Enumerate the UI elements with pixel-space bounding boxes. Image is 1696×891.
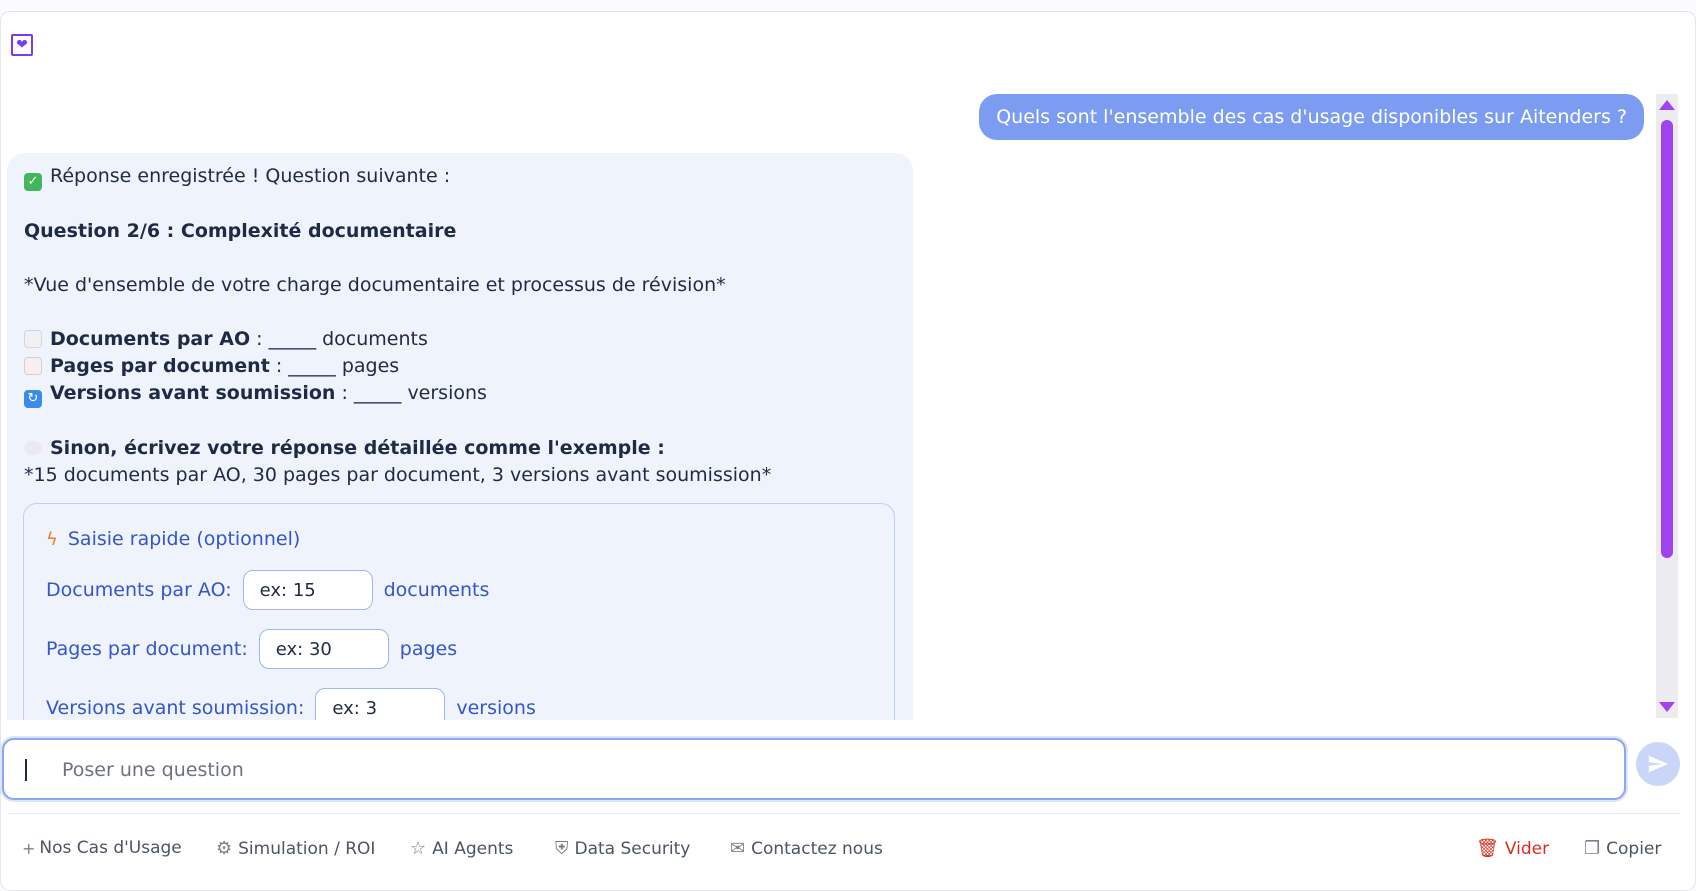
gear-icon: ⚙ [216,838,233,859]
otherwise-line: Sinon, écrivez votre réponse détaillée c… [24,435,896,462]
documents-input[interactable]: ex: 15 [242,570,373,610]
checkmark-icon: ✓ [24,173,42,191]
bolt-icon: ϟ [46,529,58,550]
question-title: Question 2/6 : Complexité documentaire [24,220,457,242]
copy-button[interactable]: ❐ Copier [1584,838,1661,859]
quick-entry-title: ϟ Saisie rapide (optionnel) [46,526,300,553]
quick-row-pages: Pages par document: ex: 30 pages [46,629,457,669]
simulation-link[interactable]: ⚙ Simulation / ROI [216,838,375,859]
send-button[interactable] [1636,742,1680,786]
logo-icon[interactable]: ❤ [11,34,33,56]
chat-scrollbar[interactable] [1656,94,1678,718]
versions-input[interactable]: ex: 3 [315,688,446,720]
copy-icon: ❐ [1584,838,1601,859]
field-rest: : _____ versions [335,382,487,404]
security-link[interactable]: ⛨ Data Security [555,838,690,859]
field-label: Documents par AO [50,328,251,350]
contact-link[interactable]: ✉ Contactez nous [730,838,883,859]
chat-area: Quels sont l'ensemble des cas d'usage di… [0,88,1656,720]
pages-icon [24,357,42,375]
scroll-thumb[interactable] [1661,120,1673,558]
otherwise-text: Sinon, écrivez votre réponse détaillée c… [50,437,665,459]
quick-entry-panel: ϟ Saisie rapide (optionnel) Documents par… [23,503,895,720]
field-rest: : _____ pages [269,355,400,377]
speech-bubble-icon [24,441,42,455]
clear-label: Vider [1504,838,1550,859]
question-input[interactable] [60,754,1564,786]
question-composer[interactable] [2,738,1626,800]
security-label: Data Security [574,838,691,859]
footer-divider [8,813,1680,814]
field-rest: : _____ documents [250,328,428,350]
bot-message: ✓ Réponse enregistrée ! Question suivante… [7,153,913,720]
field-line-pages: Pages par document : _____ pages [24,353,896,380]
clear-button[interactable]: 🗑 Vider [1476,838,1549,859]
use-cases-link[interactable]: + Nos Cas d'Usage [22,838,182,858]
quick-row-label: Documents par AO: [46,578,232,601]
agents-link[interactable]: ☆ AI Agents [410,838,513,859]
quick-row-label: Versions avant soumission: [46,696,305,719]
contact-label: Contactez nous [751,838,883,859]
cycle-icon: ↻ [24,390,42,408]
user-message: Quels sont l'ensemble des cas d'usage di… [979,94,1644,140]
use-cases-label: Nos Cas d'Usage [39,838,182,858]
quick-row-unit: pages [399,637,458,660]
quick-row-documents: Documents par AO: ex: 15 documents [46,570,489,610]
field-line-versions: ↻ Versions avant soumission : _____ versi… [24,380,896,408]
quick-row-versions: Versions avant soumission: ex: 3 version… [46,688,536,720]
trash-icon: 🗑 [1476,838,1499,859]
quick-entry-title-text: Saisie rapide (optionnel) [67,528,301,550]
plus-icon: + [22,838,36,858]
quick-row-unit: versions [456,696,536,719]
copy-label: Copier [1606,838,1662,859]
text-caret [25,759,27,781]
pages-input[interactable]: ex: 30 [258,629,389,669]
field-label: Versions avant soumission [50,382,336,404]
example-line: *15 documents par AO, 30 pages par docum… [24,464,772,486]
field-line-documents: Documents par AO : _____ documents [24,326,896,353]
scroll-up-arrow-icon[interactable] [1659,100,1675,110]
mail-icon: ✉ [730,838,746,859]
footer-bar: + Nos Cas d'Usage ⚙ Simulation / ROI ☆ AI A… [0,838,1696,866]
star-icon: ☆ [410,838,427,859]
shield-icon: ⛨ [555,838,569,859]
saved-line: ✓ Réponse enregistrée ! Question suivante… [24,163,896,191]
agents-label: AI Agents [432,838,514,859]
send-icon [1648,755,1669,773]
quick-row-label: Pages par document: [46,637,248,660]
field-label: Pages par document [50,355,270,377]
quick-row-unit: documents [383,578,490,601]
question-subtitle: *Vue d'ensemble de votre charge document… [24,274,726,296]
page-icon [24,330,42,348]
simulation-label: Simulation / ROI [238,838,376,859]
scroll-down-arrow-icon[interactable] [1659,702,1675,712]
saved-text: Réponse enregistrée ! Question suivante … [50,165,451,187]
